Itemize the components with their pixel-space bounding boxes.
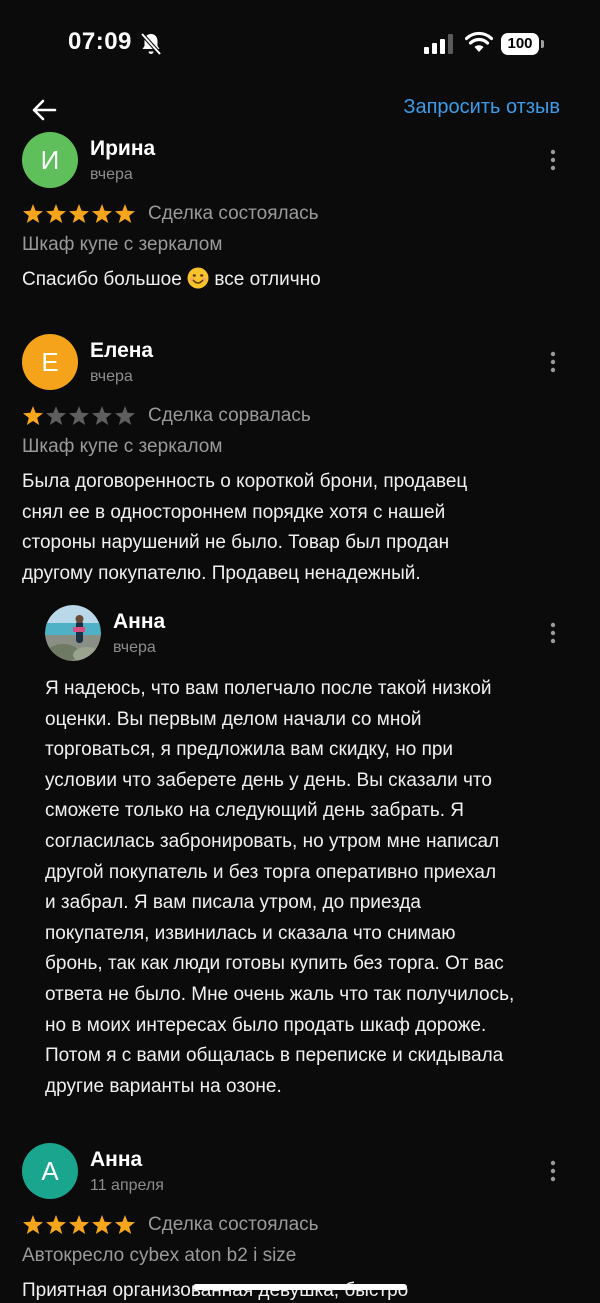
star-icon xyxy=(46,406,66,425)
top-bar: Запросить отзыв xyxy=(0,88,600,132)
smiling-face-emoji-icon xyxy=(187,267,209,289)
avatar xyxy=(45,605,101,661)
star-icon xyxy=(92,204,112,223)
star-icon xyxy=(92,1215,112,1234)
home-indicator[interactable] xyxy=(193,1284,407,1290)
cellular-signal-icon xyxy=(424,34,453,54)
avatar: А xyxy=(22,1143,78,1199)
more-options-icon[interactable] xyxy=(545,350,561,374)
more-options-icon[interactable] xyxy=(545,621,561,645)
star-icon xyxy=(23,204,43,223)
star-icon xyxy=(23,1215,43,1234)
star-icon xyxy=(115,406,135,425)
product-name: Шкаф купе с зеркалом xyxy=(22,436,223,457)
avatar: Е xyxy=(22,334,78,390)
review-date: вчера xyxy=(90,166,133,183)
battery-tip xyxy=(541,40,544,48)
wifi-icon xyxy=(465,31,493,52)
deal-status: Сделка состоялась xyxy=(148,203,319,224)
product-name: Шкаф купе с зеркалом xyxy=(22,234,223,255)
reviewer-name: Елена xyxy=(90,339,154,362)
star-icon xyxy=(69,406,89,425)
star-icon xyxy=(69,204,89,223)
more-options-icon[interactable] xyxy=(545,148,561,172)
star-icon xyxy=(23,406,43,425)
status-time: 07:09 xyxy=(68,28,132,55)
product-name: Автокресло cybex aton b2 i size xyxy=(22,1245,297,1266)
star-icon xyxy=(115,204,135,223)
reply-date: вчера xyxy=(113,639,156,656)
deal-status: Сделка сорвалась xyxy=(148,405,311,426)
rating-stars xyxy=(23,406,135,425)
review-date: 11 апреля xyxy=(90,1177,164,1194)
review-text: Была договоренность о короткой брони, пр… xyxy=(22,471,468,584)
star-icon xyxy=(46,204,66,223)
review-text: Спасибо большое все отлично xyxy=(22,267,321,290)
star-icon xyxy=(46,1215,66,1234)
reply-author-name: Анна xyxy=(113,610,166,633)
review-date: вчера xyxy=(90,368,133,385)
star-icon xyxy=(92,406,112,425)
review-card: А Анна 11 апреля Сделка состоялась Авток… xyxy=(0,1143,600,1303)
request-review-button[interactable]: Запросить отзыв xyxy=(403,96,560,119)
more-options-icon[interactable] xyxy=(545,1159,561,1183)
rating-stars xyxy=(23,204,135,223)
review-card: Е Елена вчера Сделка сорвалась Шкаф купе… xyxy=(0,334,600,1104)
deal-status: Сделка состоялась xyxy=(148,1214,319,1235)
avatar: И xyxy=(22,132,78,188)
reviewer-name: Анна xyxy=(90,1148,143,1171)
reviewer-name: Ирина xyxy=(90,137,156,160)
reply-text: Я надеюсь, что вам полегчало после такой… xyxy=(45,678,515,1097)
star-icon xyxy=(69,1215,89,1234)
review-card: И Ирина вчера Сделка состоялась Шкаф куп… xyxy=(0,132,600,312)
battery-indicator: 100 xyxy=(501,33,539,55)
status-bar: 07:09 100 xyxy=(0,0,600,88)
rating-stars xyxy=(23,1215,135,1234)
star-icon xyxy=(115,1215,135,1234)
back-arrow-icon[interactable] xyxy=(28,94,60,126)
bell-off-icon xyxy=(140,32,162,56)
